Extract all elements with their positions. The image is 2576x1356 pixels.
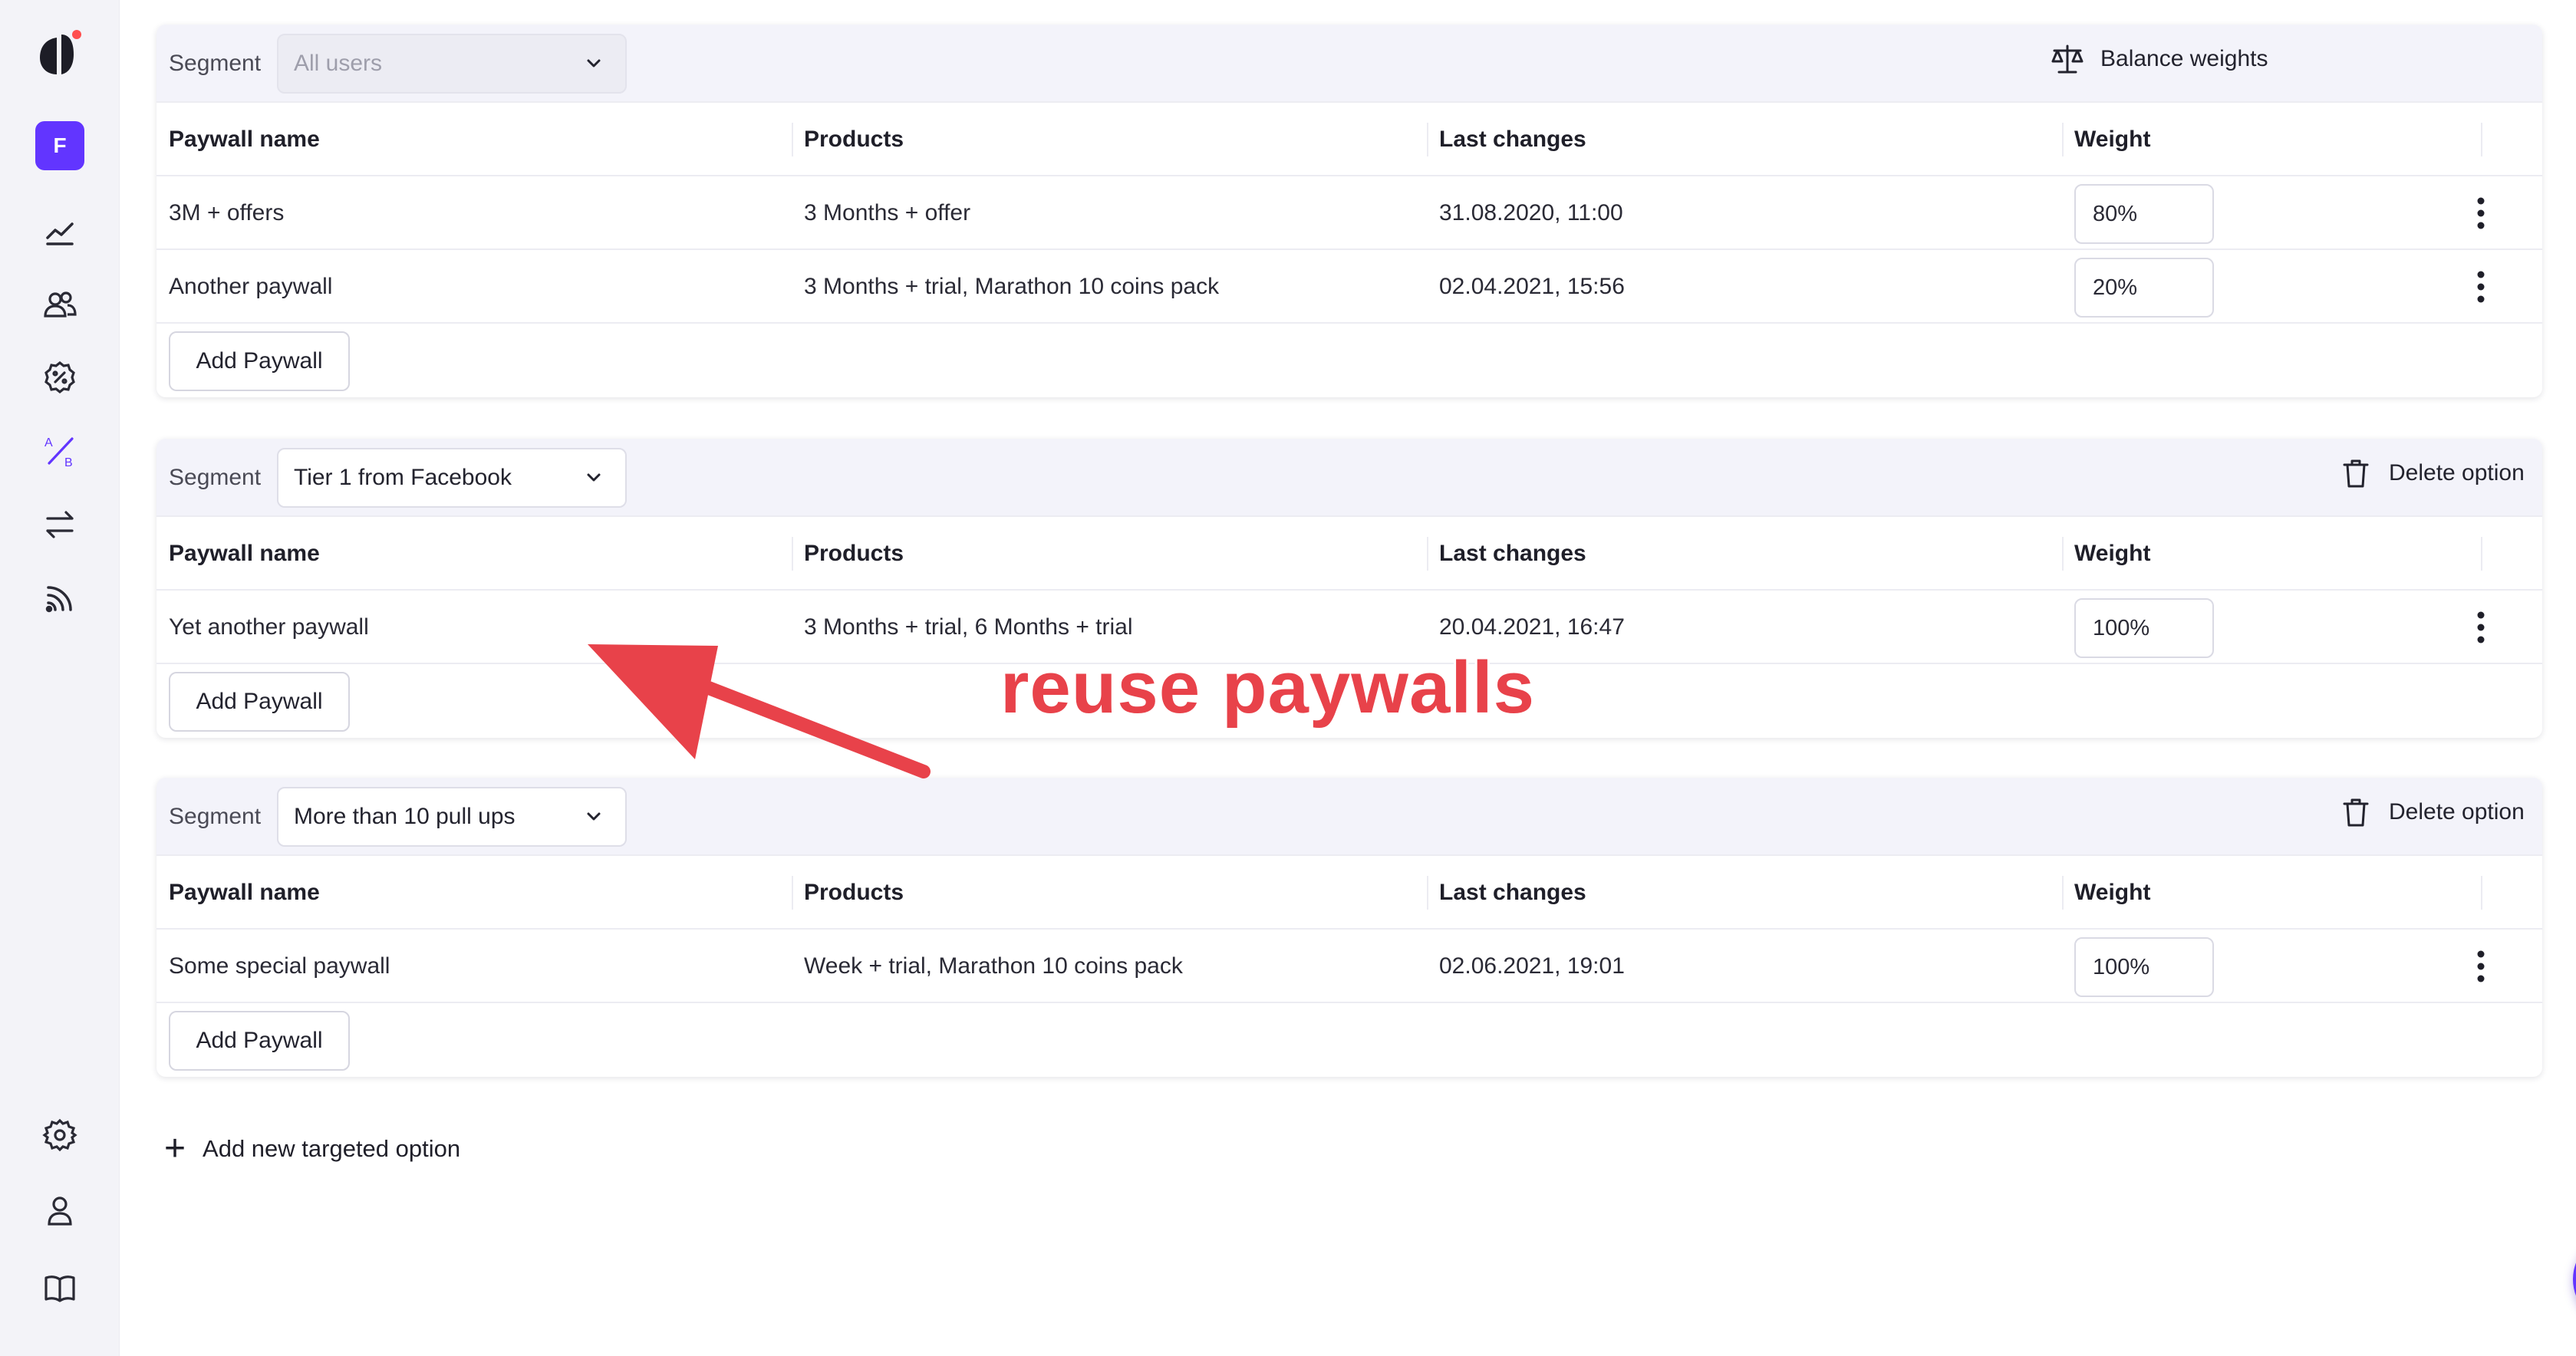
add-paywall-row: Add Paywall bbox=[156, 1002, 2542, 1077]
segment-select[interactable]: More than 10 pull ups bbox=[277, 787, 627, 847]
docs-icon[interactable] bbox=[35, 1264, 84, 1313]
more-options-icon[interactable] bbox=[2458, 943, 2504, 989]
column-header: Products bbox=[804, 127, 904, 152]
segment-select-value: More than 10 pull ups bbox=[294, 804, 516, 829]
paywall-name: Another paywall bbox=[169, 274, 333, 299]
segment-header: Segment Tier 1 from Facebook Delete opti… bbox=[156, 439, 2542, 515]
column-header: Weight bbox=[2074, 127, 2151, 152]
audience-icon[interactable] bbox=[35, 281, 84, 330]
paywall-last-changes: 31.08.2020, 11:00 bbox=[1439, 200, 1623, 225]
weight-input[interactable]: 100% bbox=[2074, 598, 2214, 658]
weight-input[interactable]: 100% bbox=[2074, 937, 2214, 997]
table-row: Some special paywall Week + trial, Marat… bbox=[156, 928, 2542, 1002]
add-targeted-option-button[interactable]: + Add new targeted option bbox=[164, 1131, 460, 1167]
scale-icon bbox=[2051, 44, 2084, 74]
paywall-last-changes: 02.04.2021, 15:56 bbox=[1439, 274, 1625, 299]
paywall-products: 3 Months + offer bbox=[804, 200, 971, 225]
table-header: Paywall name Products Last changes Weigh… bbox=[156, 515, 2542, 589]
column-header: Products bbox=[804, 541, 904, 566]
table-header: Paywall name Products Last changes Weigh… bbox=[156, 854, 2542, 928]
annotation-text: reuse paywalls bbox=[1000, 647, 1536, 729]
segment-select-value: Tier 1 from Facebook bbox=[294, 465, 512, 490]
delete-option-label: Delete option bbox=[2389, 460, 2525, 485]
weight-input[interactable]: 80% bbox=[2074, 184, 2214, 244]
add-paywall-row: Add Paywall bbox=[156, 322, 2542, 397]
svg-text:B: B bbox=[64, 456, 73, 469]
balance-weights-button[interactable]: Balance weights bbox=[2050, 41, 2268, 77]
trash-icon bbox=[2343, 798, 2369, 827]
add-paywall-button[interactable]: Add Paywall bbox=[169, 1011, 350, 1071]
add-paywall-button[interactable]: Add Paywall bbox=[169, 672, 350, 732]
paywall-products: Week + trial, Marathon 10 coins pack bbox=[804, 953, 1183, 979]
column-header: Last changes bbox=[1439, 127, 1586, 152]
main-content: Segment All users Balance weights Paywal… bbox=[120, 0, 2576, 1356]
plus-icon: + bbox=[164, 1128, 186, 1169]
more-options-icon[interactable] bbox=[2458, 604, 2504, 650]
chevron-down-icon bbox=[587, 59, 601, 67]
segment-header: Segment All users Balance weights bbox=[156, 25, 2542, 101]
column-header: Paywall name bbox=[169, 541, 320, 566]
column-header: Weight bbox=[2074, 880, 2151, 905]
add-targeted-option-label: Add new targeted option bbox=[203, 1135, 461, 1162]
delete-option-button[interactable]: Delete option bbox=[2338, 456, 2525, 491]
weight-input[interactable]: 20% bbox=[2074, 258, 2214, 318]
column-header: Paywall name bbox=[169, 880, 320, 905]
delete-option-button[interactable]: Delete option bbox=[2338, 795, 2525, 830]
trash-icon bbox=[2343, 459, 2369, 488]
chat-launcher-button[interactable] bbox=[2573, 1233, 2576, 1325]
paywall-name: Some special paywall bbox=[169, 953, 390, 979]
profile-icon[interactable] bbox=[35, 1186, 84, 1235]
table-row: 3M + offers 3 Months + offer 31.08.2020,… bbox=[156, 175, 2542, 248]
column-header: Last changes bbox=[1439, 541, 1586, 566]
table-row: Another paywall 3 Months + trial, Marath… bbox=[156, 248, 2542, 322]
paywall-products: 3 Months + trial, Marathon 10 coins pack bbox=[804, 274, 1220, 299]
segment-label: Segment bbox=[169, 804, 262, 829]
column-header: Paywall name bbox=[169, 127, 320, 152]
column-header: Last changes bbox=[1439, 880, 1586, 905]
balance-weights-label: Balance weights bbox=[2100, 46, 2268, 71]
more-options-icon[interactable] bbox=[2458, 190, 2504, 236]
feed-icon[interactable] bbox=[35, 574, 84, 623]
svg-text:A: A bbox=[44, 436, 53, 449]
chevron-down-icon bbox=[587, 473, 601, 482]
column-header: Weight bbox=[2074, 541, 2151, 566]
logo-icon[interactable] bbox=[34, 30, 83, 80]
analytics-icon[interactable] bbox=[35, 209, 84, 258]
annotation-arrow-icon bbox=[588, 644, 931, 778]
ab-test-icon[interactable]: A B bbox=[35, 426, 84, 476]
transfer-icon[interactable] bbox=[35, 500, 84, 549]
paywall-name: Yet another paywall bbox=[169, 614, 369, 640]
settings-icon[interactable] bbox=[35, 1111, 84, 1160]
delete-option-label: Delete option bbox=[2389, 799, 2525, 824]
segment-card-pull-ups: Segment More than 10 pull ups Delete opt… bbox=[156, 778, 2542, 1077]
workspace-avatar[interactable]: F bbox=[35, 121, 84, 170]
column-header: Products bbox=[804, 880, 904, 905]
paywall-name: 3M + offers bbox=[169, 200, 285, 225]
segment-card-all-users: Segment All users Balance weights Paywal… bbox=[156, 25, 2542, 397]
segment-label: Segment bbox=[169, 51, 262, 76]
segment-header: Segment More than 10 pull ups Delete opt… bbox=[156, 778, 2542, 854]
chevron-down-icon bbox=[587, 812, 601, 821]
sidebar: F A B bbox=[0, 0, 120, 1356]
add-paywall-button[interactable]: Add Paywall bbox=[169, 331, 350, 391]
paywall-last-changes: 02.06.2021, 19:01 bbox=[1439, 953, 1625, 979]
segment-select[interactable]: All users bbox=[277, 34, 627, 94]
segment-label: Segment bbox=[169, 465, 262, 490]
segment-select-value: All users bbox=[294, 51, 383, 76]
promo-icon[interactable] bbox=[35, 353, 84, 402]
segment-select[interactable]: Tier 1 from Facebook bbox=[277, 448, 627, 508]
more-options-icon[interactable] bbox=[2458, 264, 2504, 310]
table-header: Paywall name Products Last changes Weigh… bbox=[156, 101, 2542, 175]
